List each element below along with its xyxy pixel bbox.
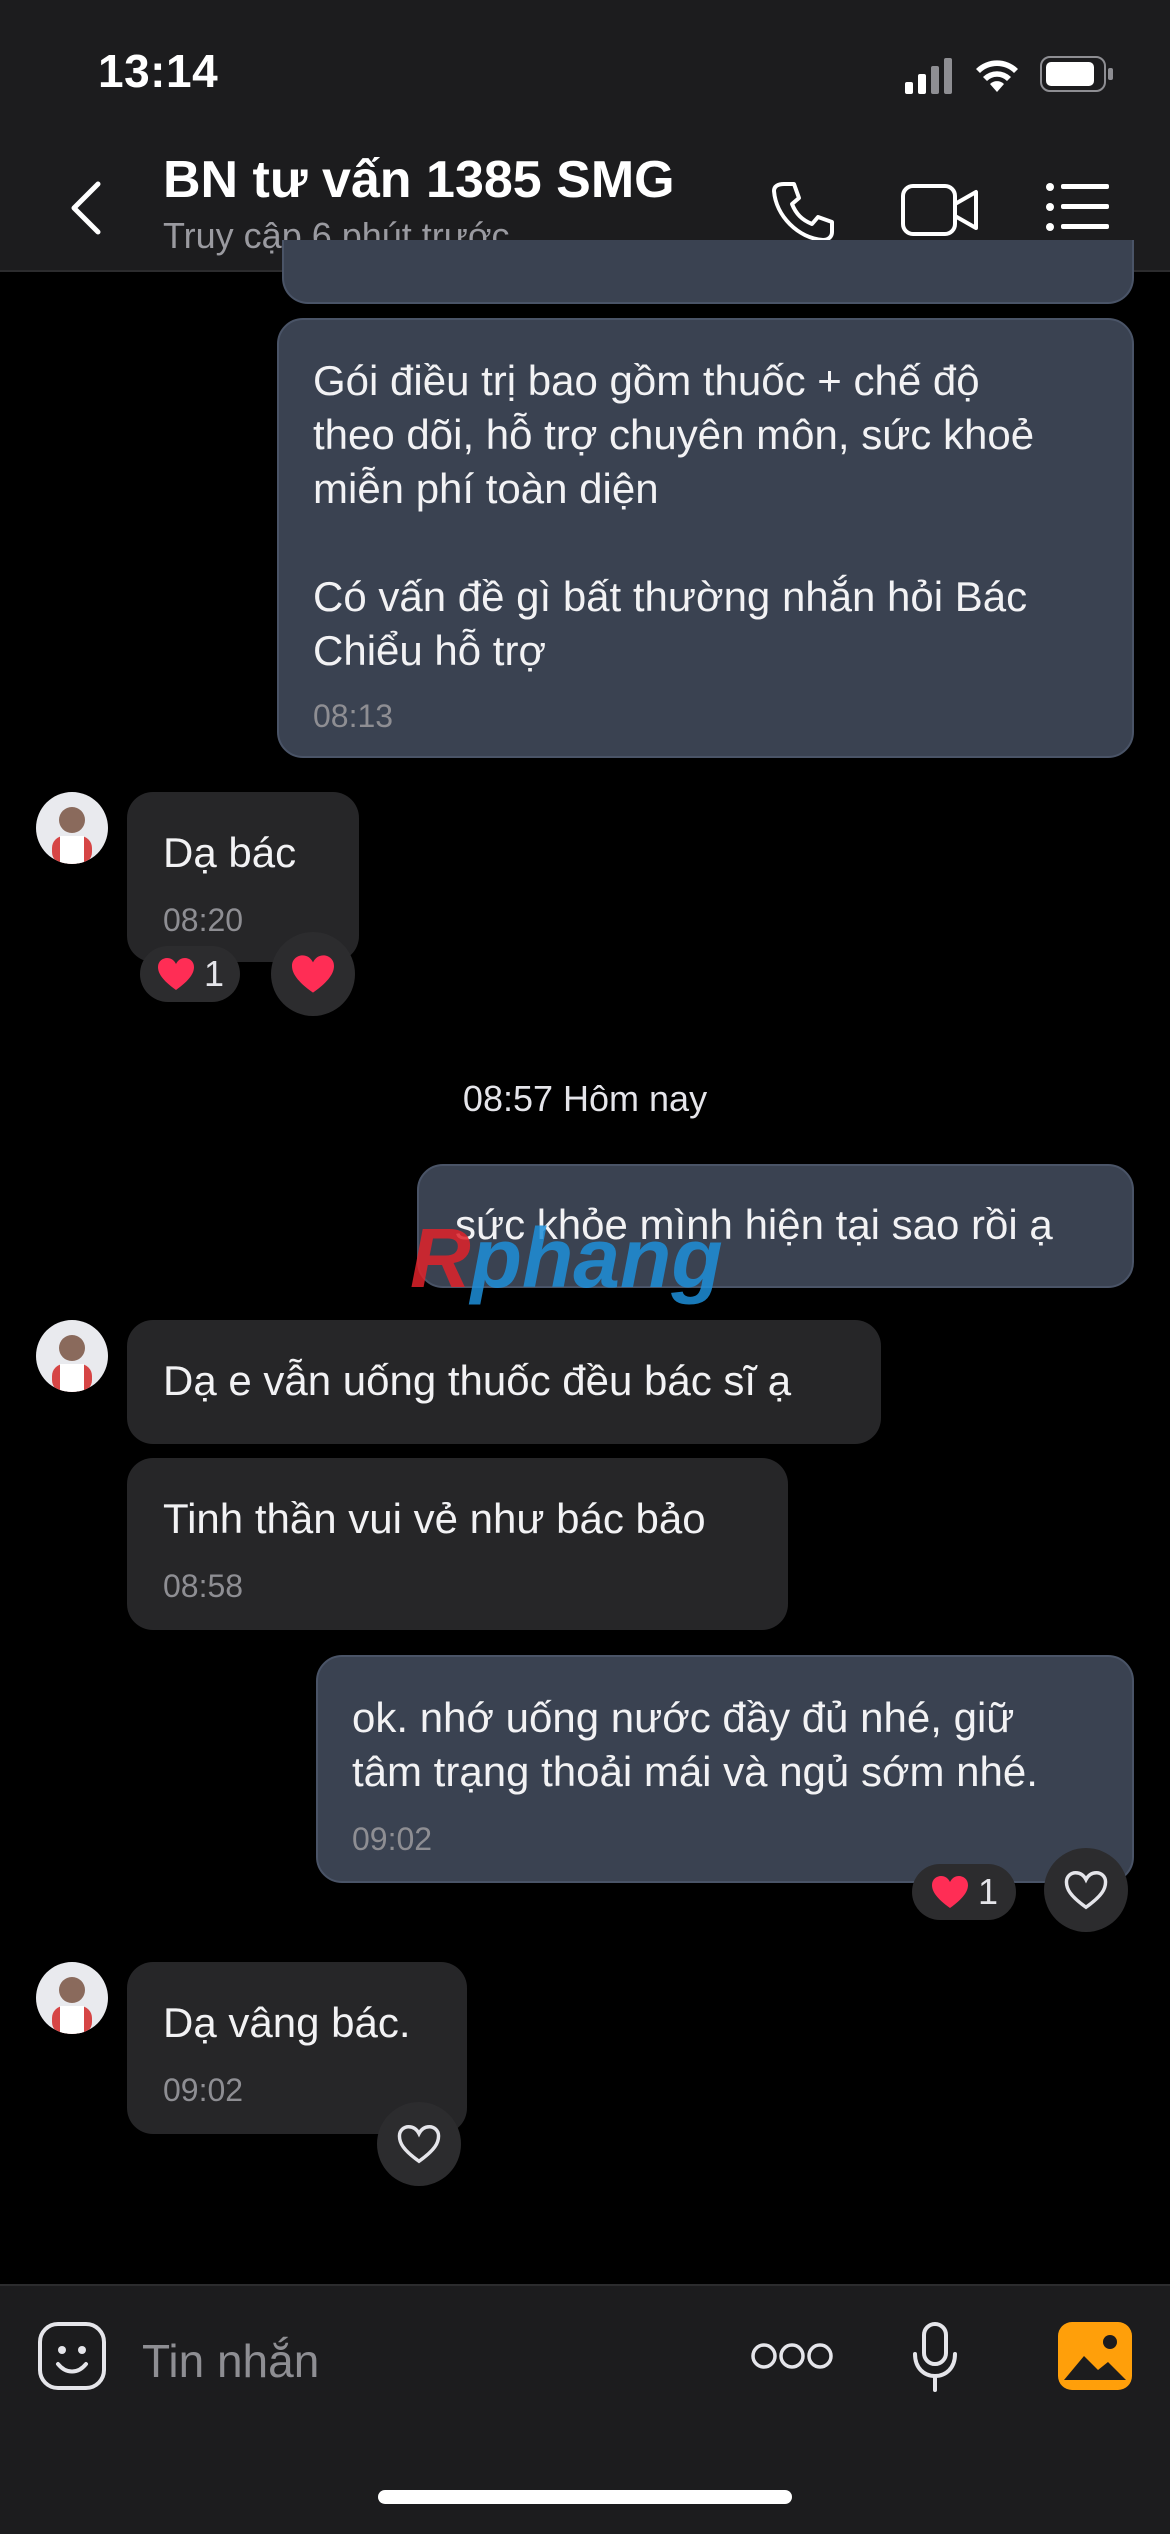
react-button[interactable] [377,2102,461,2186]
reaction-count: 1 [977,1871,999,1912]
react-button[interactable] [271,932,355,1016]
heart-icon [931,1876,968,1908]
message-time: 08:13 [313,698,394,734]
message-text: Gói điều trị bao gồm thuốc + chế độ theo… [313,357,1035,674]
back-chevron-icon[interactable] [66,178,106,238]
message-text: Dạ e vẫn uống thuốc đều bác sĩ ạ [163,1357,792,1404]
heart-outline-icon [397,2125,441,2164]
react-button[interactable] [1044,1848,1128,1932]
message-bubble-received[interactable]: Dạ e vẫn uống thuốc đều bác sĩ ạ [127,1320,881,1444]
chat-title[interactable]: BN tư vấn 1385 SMG [163,150,675,210]
message-time: 09:02 [163,2072,244,2108]
message-text: ok. nhớ uống nước đầy đủ nhé, giữ tâm tr… [352,1694,1038,1795]
avatar[interactable] [36,1962,108,2034]
image-icon[interactable] [1058,2322,1132,2390]
status-time: 13:14 [98,45,219,97]
message-time: 08:58 [163,1568,244,1604]
reaction-summary[interactable]: 1 [140,946,240,1002]
watermark-logo: Rphang [410,1211,723,1305]
heart-icon [157,958,194,990]
heart-icon [292,955,334,993]
message-bubble-received[interactable]: Tinh thần vui vẻ như bác bảo 08:58 [127,1458,788,1630]
more-dots-icon[interactable] [750,2340,834,2372]
reaction-summary[interactable]: 1 [912,1864,1016,1920]
microphone-icon[interactable] [910,2320,960,2396]
message-text: Tinh thần vui vẻ như bác bảo [163,1495,706,1542]
message-text: Dạ bác [163,829,297,876]
home-indicator [378,2490,792,2504]
message-time: 09:02 [352,1821,433,1857]
message-bubble-sent[interactable]: Gói điều trị bao gồm thuốc + chế độ theo… [277,318,1134,758]
message-time: 08:20 [163,902,244,938]
avatar[interactable] [36,792,108,864]
sticker-icon[interactable] [36,2320,108,2392]
video-icon[interactable] [900,180,980,240]
date-separator: 08:57 Hôm nay [462,1078,708,1119]
message-bubble-partial[interactable] [282,240,1134,304]
wifi-icon [976,60,1018,92]
avatar[interactable] [36,1320,108,1392]
signal-icon [905,58,952,94]
phone-icon[interactable] [770,178,836,244]
menu-list-icon[interactable] [1045,182,1111,232]
message-bubble-sent[interactable]: ok. nhớ uống nước đầy đủ nhé, giữ tâm tr… [316,1655,1134,1883]
message-input[interactable] [140,2330,684,2392]
battery-icon [1040,56,1113,92]
heart-outline-icon [1064,1871,1108,1910]
reaction-count: 1 [203,953,225,994]
message-text: Dạ vâng bác. [163,1999,411,2046]
